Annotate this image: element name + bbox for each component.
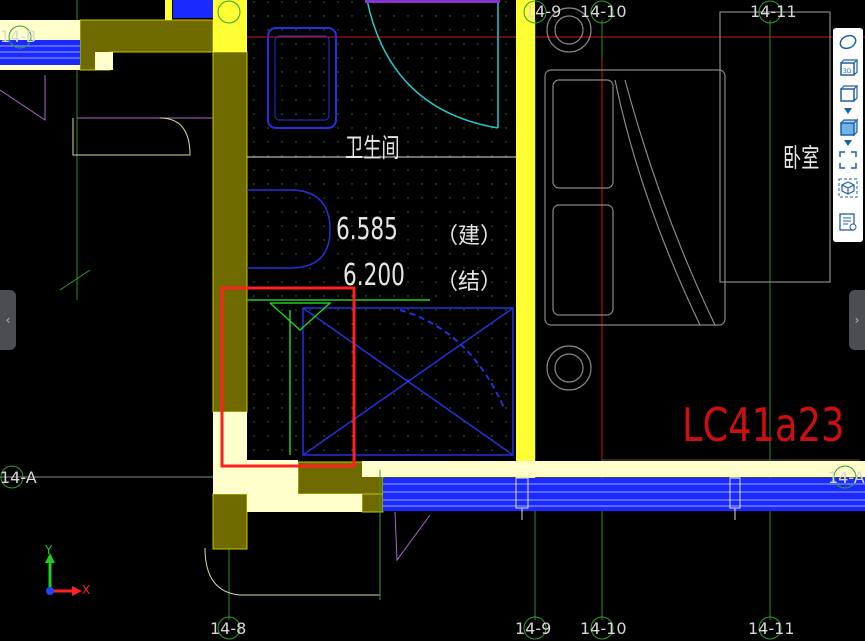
axis-label-bottom-14-8: 14-8 [210,619,247,638]
cube-view-icon[interactable] [836,176,860,200]
axis-label-top-14-10: 14-10 [580,2,627,21]
room-name-bathroom: 卫生间 [345,134,400,164]
gizmo-y-label: Y [45,543,53,557]
coordinate-gizmo: Y X [40,543,100,600]
window-tag: LC41a23 [682,398,845,452]
axis-label-top-14-9: 14-9 [525,2,562,21]
right-panel-toggle[interactable]: › [849,290,865,350]
fullscreen-icon[interactable] [836,148,860,172]
elevation-structure-value: 6.200 [343,258,405,293]
axis-label-bottom-14-11: 14-11 [748,619,795,638]
axis-label-bottom-14-9: 14-9 [515,619,552,638]
elevation-structure-tag: （结） [436,270,503,295]
svg-text:3D: 3D [843,68,852,75]
room-name-bedroom: 卧室 [783,144,820,174]
box-solid-icon[interactable] [836,116,860,140]
dropdown-icon[interactable] [842,138,854,148]
axis-label-top-14-11: 14-11 [750,2,797,21]
view-toolbar: 3D [833,28,863,242]
axis-label-14-B: 14-B [0,27,37,46]
gizmo-x-label: X [82,583,91,597]
cad-drawing-canvas[interactable] [0,0,865,641]
elevation-building-value: 6.585 [336,212,398,247]
dropdown-icon[interactable] [842,106,854,116]
box-icon[interactable] [836,82,860,106]
orbit-icon[interactable] [836,30,860,54]
bedroom-bed [544,7,831,391]
view-3d-icon[interactable]: 3D [836,56,860,80]
axis-label-bottom-14-10: 14-10 [580,619,627,638]
elevation-building-tag: （建） [436,224,503,249]
axis-label-right-14-A: 14-A [828,468,865,487]
axis-label-left-14-A: 14-A [0,468,37,487]
left-panel-toggle[interactable]: ‹ [0,290,16,350]
properties-icon[interactable] [836,210,860,234]
